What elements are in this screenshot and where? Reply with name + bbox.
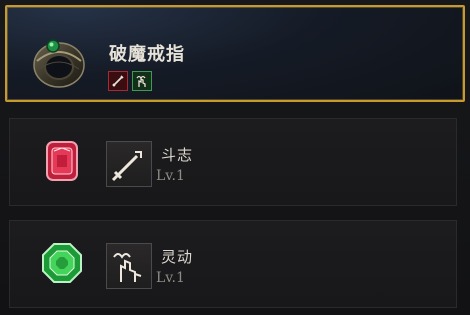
selected-item-header[interactable]: 破魔戒指 bbox=[5, 5, 465, 102]
item-name: 破魔戒指 bbox=[109, 44, 185, 65]
skill-level: Lv.1 bbox=[156, 270, 185, 286]
dodge-hand-icon bbox=[136, 75, 146, 87]
skill-icon-tile[interactable] bbox=[106, 243, 152, 289]
skill-level: Lv.1 bbox=[156, 168, 185, 184]
red-gem-icon bbox=[46, 141, 78, 181]
item-detail-panel: 破魔戒指 斗志 Lv.1 灵动 Lv.1 bbox=[0, 0, 470, 315]
skill-row[interactable]: 灵动 Lv.1 bbox=[9, 220, 457, 308]
skill-icon-tile[interactable] bbox=[106, 141, 152, 187]
skill-name: 灵动 bbox=[161, 248, 194, 266]
skill-row[interactable]: 斗志 Lv.1 bbox=[9, 118, 457, 206]
sword-icon bbox=[112, 75, 124, 87]
item-tags bbox=[108, 71, 152, 91]
ring-icon bbox=[33, 39, 85, 88]
sword-icon bbox=[111, 151, 142, 182]
dodge-hand-icon bbox=[113, 253, 142, 282]
tag-dodge bbox=[132, 71, 152, 91]
tag-sword bbox=[108, 71, 128, 91]
skill-name: 斗志 bbox=[161, 146, 194, 164]
green-gem-icon bbox=[42, 243, 82, 283]
